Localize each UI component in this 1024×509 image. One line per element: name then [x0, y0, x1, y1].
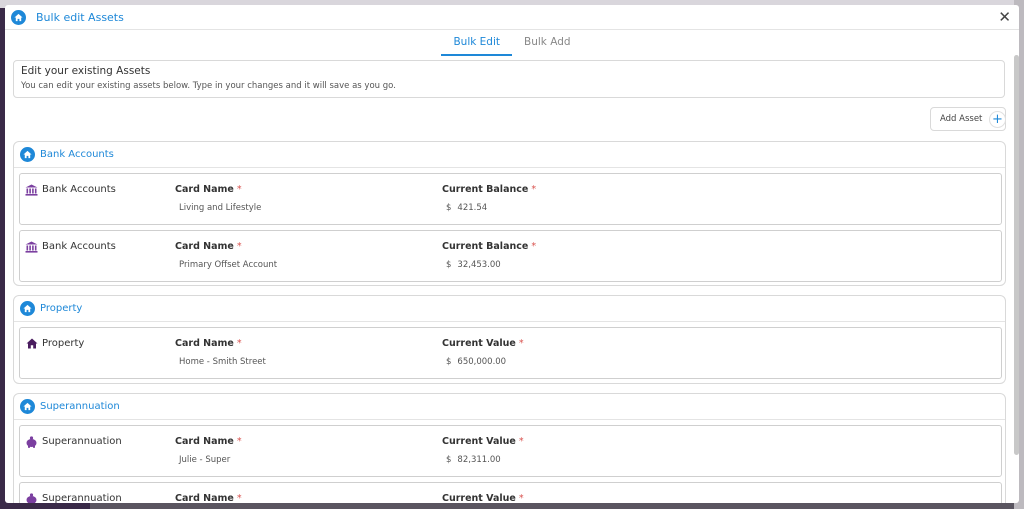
value-amount: 650,000.00 [457, 357, 507, 367]
card-name-label: Card Name [175, 493, 234, 503]
required-marker: * [236, 241, 242, 252]
asset-type-label: Property [42, 338, 85, 349]
piggy-bank-icon [25, 435, 38, 448]
plus-icon[interactable]: + [989, 111, 1006, 128]
piggy-bank-icon [25, 492, 38, 503]
value-label: Current Value [442, 436, 516, 447]
home-icon [20, 301, 35, 316]
section-title: Bank Accounts [40, 149, 114, 160]
add-asset-label: Add Asset [940, 114, 983, 124]
balance-label: Current Balance [442, 241, 529, 252]
required-marker: * [531, 241, 537, 252]
required-marker: * [518, 436, 524, 447]
section-header: Superannuation [14, 394, 1005, 420]
asset-type-label: Superannuation [42, 436, 122, 447]
close-icon[interactable]: ✕ [998, 9, 1011, 25]
asset-type-label: Bank Accounts [42, 184, 116, 195]
card-name-label: Card Name [175, 241, 234, 252]
section-superannuation: Superannuation Superannuation Card Name *… [13, 393, 1006, 503]
scrollbar[interactable] [1014, 55, 1019, 455]
home-icon [20, 399, 35, 414]
card-name-field: Card Name * Living and Lifestyle [175, 184, 261, 213]
tab-bulk-add[interactable]: Bulk Add [512, 34, 583, 56]
asset-type: Superannuation [25, 492, 122, 503]
asset-type: Superannuation [25, 435, 122, 448]
balance-input[interactable]: $32,453.00 [442, 260, 536, 270]
section-header: Property [14, 296, 1005, 322]
required-marker: * [518, 338, 524, 349]
intro-title: Edit your existing Assets [21, 65, 151, 77]
section-bank-accounts: Bank Accounts Bank Accounts Card Name * L… [13, 141, 1006, 286]
currency-symbol: $ [446, 357, 452, 367]
value-field: Current Value * $650,000.00 [442, 338, 524, 367]
card-name-input[interactable]: Living and Lifestyle [175, 203, 261, 213]
card-name-input[interactable]: Julie - Super [175, 455, 242, 465]
tab-bulk-edit[interactable]: Bulk Edit [441, 34, 512, 56]
balance-input[interactable]: $421.54 [442, 203, 536, 213]
card-name-label: Card Name [175, 184, 234, 195]
modal-header: Bulk edit Assets ✕ [5, 5, 1019, 30]
required-marker: * [236, 338, 242, 349]
card-name-field: Card Name * [175, 493, 242, 503]
value-field: Current Value * $82,311.00 [442, 436, 524, 465]
value-field: Current Value * [442, 493, 524, 503]
section-title: Superannuation [40, 401, 120, 412]
section-property: Property Property Card Name * Home - Smit… [13, 295, 1006, 384]
currency-symbol: $ [446, 260, 452, 270]
card-name-field: Card Name * Home - Smith Street [175, 338, 266, 367]
asset-type: Bank Accounts [25, 240, 116, 253]
asset-row: Bank Accounts Card Name * Living and Life… [19, 173, 1002, 225]
bank-icon [25, 240, 38, 253]
balance-value: 32,453.00 [457, 260, 501, 270]
required-marker: * [236, 493, 242, 503]
value-input[interactable]: $82,311.00 [442, 455, 524, 465]
home-icon [20, 147, 35, 162]
value-label: Current Value [442, 493, 516, 503]
balance-value: 421.54 [457, 203, 488, 213]
asset-type: Property [25, 337, 84, 350]
currency-symbol: $ [446, 203, 452, 213]
asset-type: Bank Accounts [25, 183, 116, 196]
card-name-field: Card Name * Primary Offset Account [175, 241, 277, 270]
tab-bar: Bulk Edit Bulk Add [5, 34, 1019, 56]
bank-icon [25, 183, 38, 196]
bulk-edit-modal: Bulk edit Assets ✕ Bulk Edit Bulk Add Ed… [5, 5, 1019, 503]
card-name-label: Card Name [175, 338, 234, 349]
asset-type-label: Superannuation [42, 493, 122, 503]
home-icon [11, 9, 26, 25]
intro-description: You can edit your existing assets below.… [21, 81, 396, 91]
balance-field: Current Balance * $421.54 [442, 184, 536, 213]
value-label: Current Value [442, 338, 516, 349]
asset-row: Bank Accounts Card Name * Primary Offset … [19, 230, 1002, 282]
house-icon [25, 337, 38, 350]
required-marker: * [518, 493, 524, 503]
asset-row: Superannuation Card Name * Julie - Super … [19, 425, 1002, 477]
balance-field: Current Balance * $32,453.00 [442, 241, 536, 270]
card-name-input[interactable]: Home - Smith Street [175, 357, 266, 367]
add-asset-button[interactable]: Add Asset + [930, 107, 1006, 131]
asset-type-label: Bank Accounts [42, 241, 116, 252]
required-marker: * [236, 436, 242, 447]
value-amount: 82,311.00 [457, 455, 501, 465]
value-input[interactable]: $650,000.00 [442, 357, 524, 367]
intro-panel: Edit your existing Assets You can edit y… [13, 60, 1005, 98]
balance-label: Current Balance [442, 184, 529, 195]
asset-row: Property Card Name * Home - Smith Street … [19, 327, 1002, 379]
asset-row: Superannuation Card Name * Current Value * [19, 482, 1002, 503]
card-name-field: Card Name * Julie - Super [175, 436, 242, 465]
card-name-input[interactable]: Primary Offset Account [175, 260, 277, 270]
required-marker: * [236, 184, 242, 195]
section-title: Property [40, 303, 83, 314]
card-name-label: Card Name [175, 436, 234, 447]
section-header: Bank Accounts [14, 142, 1005, 168]
required-marker: * [531, 184, 537, 195]
modal-title: Bulk edit Assets [36, 10, 124, 24]
currency-symbol: $ [446, 455, 452, 465]
